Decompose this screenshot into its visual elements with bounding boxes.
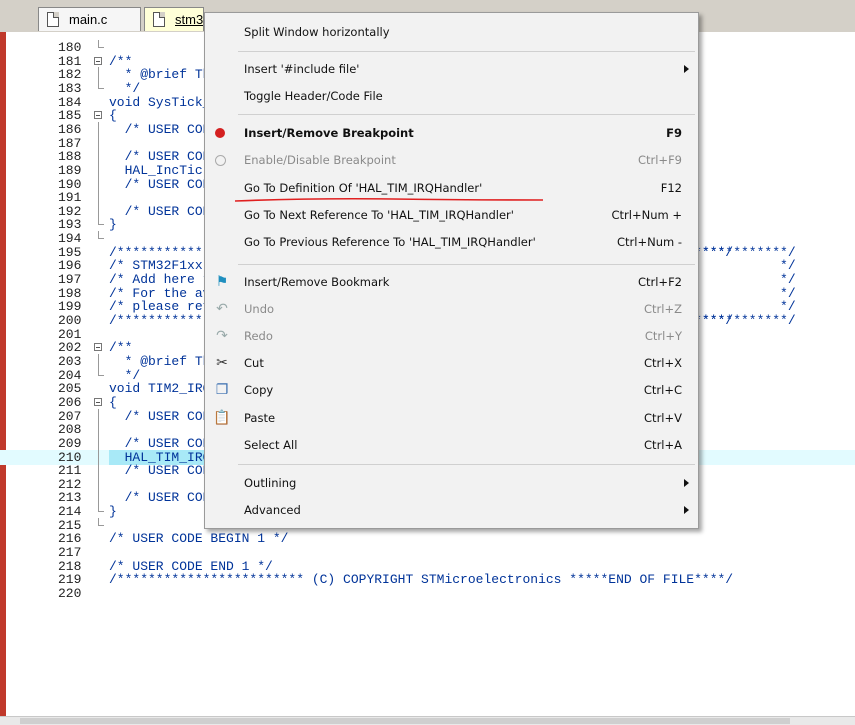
breakpoint-disabled-icon: [215, 155, 227, 167]
menu-item-toggle-header-code-file[interactable]: Toggle Header/Code File: [205, 83, 698, 110]
menu-item-shortcut: Ctrl+Num +: [611, 208, 682, 222]
menu-item-split-window-horizontally[interactable]: Split Window horizontally: [205, 19, 698, 46]
bookmark-flag-icon: ⚑: [215, 274, 229, 290]
scrollbar-thumb[interactable]: [20, 718, 790, 724]
menu-item-shortcut: F9: [666, 126, 682, 140]
menu-item-label: Insert/Remove Bookmark: [244, 275, 390, 289]
menu-item-shortcut: Ctrl+F9: [637, 153, 682, 167]
line-number: 220: [58, 586, 82, 601]
menu-item-label: Split Window horizontally: [244, 25, 390, 39]
submenu-arrow-icon: [684, 479, 689, 487]
submenu-arrow-icon: [684, 506, 689, 514]
menu-item-label: Enable/Disable Breakpoint: [244, 153, 396, 167]
fold-guide: [93, 586, 105, 601]
menu-separator: [238, 51, 695, 52]
paste-icon: 📋: [213, 410, 231, 426]
menu-item-label: Select All: [244, 438, 298, 452]
menu-item-paste[interactable]: 📋 Paste Ctrl+V: [205, 405, 698, 432]
menu-item-label: Redo: [244, 329, 273, 343]
menu-item-insert-remove-bookmark[interactable]: ⚑ Insert/Remove Bookmark Ctrl+F2: [205, 269, 698, 296]
menu-separator: [238, 264, 695, 265]
code-line[interactable]: 220: [0, 586, 855, 601]
menu-item-shortcut: Ctrl+Num -: [617, 235, 682, 249]
menu-item-shortcut: Ctrl+F2: [637, 275, 682, 289]
menu-item-redo[interactable]: ↷ Redo Ctrl+Y: [205, 323, 698, 350]
menu-item-go-to-definition-of-hal-tim-irqhandler[interactable]: Go To Definition Of 'HAL_TIM_IRQHandler'…: [205, 175, 698, 202]
redo-icon: ↷: [216, 328, 228, 344]
menu-item-label: Insert/Remove Breakpoint: [244, 126, 414, 140]
menu-separator: [238, 464, 695, 465]
menu-item-select-all[interactable]: Select All Ctrl+A: [205, 432, 698, 459]
menu-item-undo[interactable]: ↶ Undo Ctrl+Z: [205, 296, 698, 323]
submenu-arrow-icon: [684, 65, 689, 73]
menu-item-go-to-next-reference-to-hal-tim-irqhandler[interactable]: Go To Next Reference To 'HAL_TIM_IRQHand…: [205, 202, 698, 229]
menu-separator: [238, 114, 695, 115]
menu-item-shortcut: F12: [660, 181, 682, 195]
scissors-icon: ✂: [216, 355, 228, 371]
menu-item-copy[interactable]: ❐ Copy Ctrl+C: [205, 377, 698, 404]
context-menu: Split Window horizontally Insert '#includ…: [204, 12, 699, 529]
tab-label: main.c: [69, 12, 108, 27]
menu-item-advanced[interactable]: Advanced: [205, 497, 698, 524]
file-icon: [153, 12, 165, 27]
undo-icon: ↶: [216, 301, 228, 317]
menu-item-go-to-previous-reference-to-hal-tim-irqhandler[interactable]: Go To Previous Reference To 'HAL_TIM_IRQ…: [205, 229, 698, 256]
menu-item-label: Toggle Header/Code File: [244, 89, 383, 103]
menu-item-cut[interactable]: ✂ Cut Ctrl+X: [205, 350, 698, 377]
menu-item-label: Insert '#include file': [244, 62, 360, 76]
menu-item-shortcut: Ctrl+V: [644, 411, 682, 425]
menu-item-shortcut: Ctrl+X: [644, 356, 682, 370]
tab-main-c[interactable]: main.c: [38, 7, 141, 31]
copy-icon: ❐: [215, 382, 229, 398]
menu-item-shortcut: Ctrl+Y: [644, 329, 682, 343]
menu-item-insert-remove-breakpoint[interactable]: Insert/Remove Breakpoint F9: [205, 120, 698, 147]
menu-item-label: Go To Next Reference To 'HAL_TIM_IRQHand…: [244, 208, 514, 222]
menu-item-label: Paste: [244, 411, 276, 425]
menu-item-shortcut: Ctrl+Z: [644, 302, 682, 316]
tab-label: stm32f1xx_it.c: [175, 12, 204, 27]
menu-item-insert-include-file[interactable]: Insert '#include file': [205, 56, 698, 83]
menu-item-label: Go To Definition Of 'HAL_TIM_IRQHandler': [244, 181, 483, 195]
menu-item-shortcut: Ctrl+C: [643, 383, 682, 397]
tab-stm32f1xx-it-c[interactable]: stm32f1xx_it.c: [144, 7, 204, 31]
menu-item-label: Cut: [244, 356, 264, 370]
breakpoint-icon: [215, 128, 227, 140]
menu-item-label: Advanced: [244, 503, 301, 517]
menu-item-outlining[interactable]: Outlining: [205, 470, 698, 497]
menu-item-shortcut: Ctrl+A: [644, 438, 682, 452]
file-icon: [47, 12, 59, 27]
menu-item-enable-disable-breakpoint[interactable]: Enable/Disable Breakpoint Ctrl+F9: [205, 147, 698, 174]
menu-item-label: Go To Previous Reference To 'HAL_TIM_IRQ…: [244, 235, 536, 249]
menu-item-label: Outlining: [244, 476, 297, 490]
menu-item-label: Undo: [244, 302, 275, 316]
menu-item-label: Copy: [244, 383, 274, 397]
